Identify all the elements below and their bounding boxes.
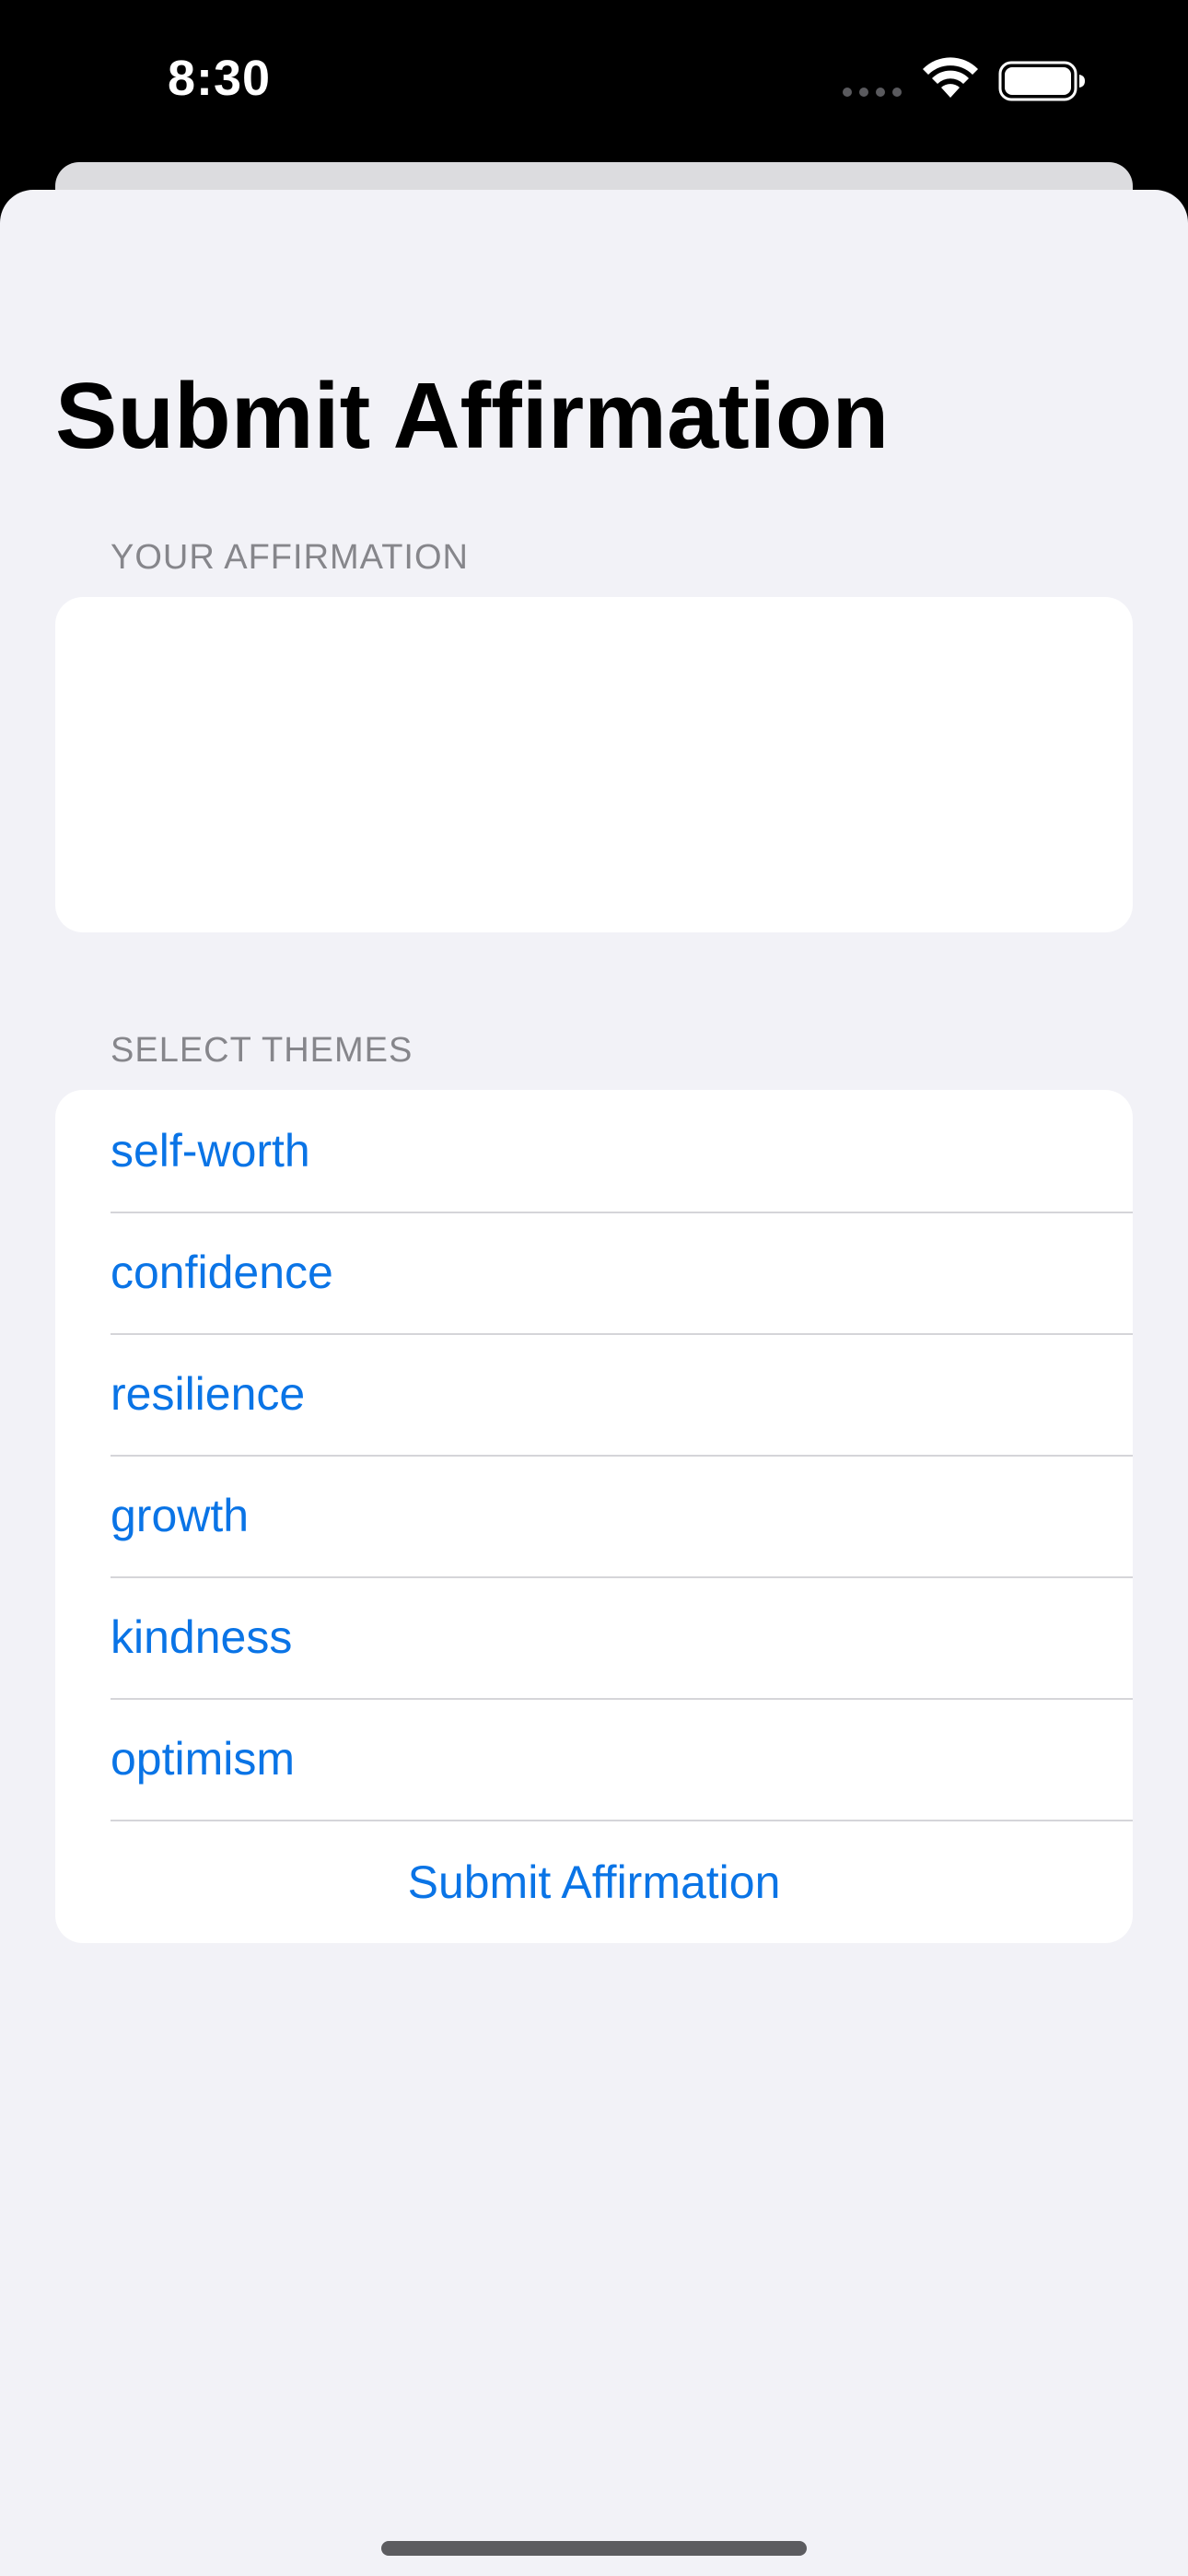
theme-item-kindness[interactable]: kindness (55, 1576, 1133, 1698)
theme-item-label: resilience (111, 1368, 306, 1420)
theme-item-resilience[interactable]: resilience (55, 1333, 1133, 1455)
theme-item-label: self-worth (111, 1125, 310, 1177)
battery-icon (998, 61, 1085, 101)
themes-section-header: SELECT THEMES (111, 1031, 413, 1070)
status-time: 8:30 (168, 51, 272, 106)
home-indicator[interactable] (381, 2541, 807, 2556)
cellular-signal-icon (843, 88, 902, 97)
submit-button-label: Submit Affirmation (407, 1856, 781, 1908)
theme-item-label: growth (111, 1490, 250, 1541)
wifi-icon (923, 57, 978, 98)
page-title: Submit Affirmation (55, 365, 890, 468)
theme-item-label: kindness (111, 1611, 293, 1663)
status-bar: 8:30 (0, 0, 1188, 162)
submit-affirmation-button[interactable]: Submit Affirmation (55, 1821, 1133, 1943)
themes-list: self-worth confidence resilience growth … (55, 1090, 1133, 1941)
submit-affirmation-sheet: Submit Affirmation YOUR AFFIRMATION SELE… (0, 190, 1188, 2576)
theme-item-optimism[interactable]: optimism (55, 1698, 1133, 1820)
theme-item-label: confidence (111, 1247, 333, 1298)
theme-item-label: optimism (111, 1733, 296, 1785)
theme-item-self-worth[interactable]: self-worth (55, 1090, 1133, 1212)
theme-item-confidence[interactable]: confidence (55, 1212, 1133, 1333)
theme-item-growth[interactable]: growth (55, 1455, 1133, 1576)
affirmation-text-editor[interactable] (55, 597, 1133, 932)
affirmation-section-header: YOUR AFFIRMATION (111, 538, 469, 577)
